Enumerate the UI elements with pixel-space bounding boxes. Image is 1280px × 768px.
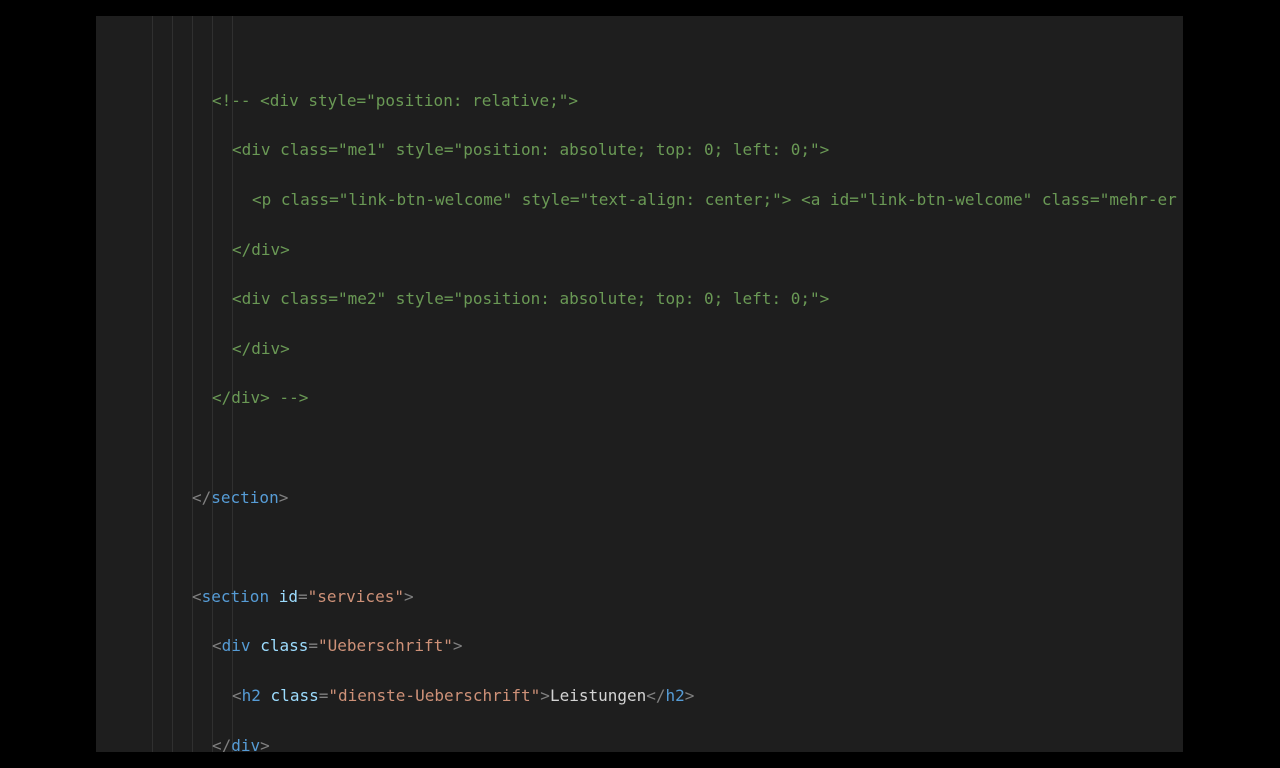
code-line: </section>: [152, 486, 1177, 511]
code-line: </div>: [152, 337, 1177, 362]
code-line: <!-- <div style="position: relative;">: [152, 89, 1177, 114]
code-line: <div class="me1" style="position: absolu…: [152, 138, 1177, 163]
code-content: <!-- <div style="position: relative;"> <…: [96, 16, 1177, 752]
code-editor[interactable]: <!-- <div style="position: relative;"> <…: [96, 16, 1183, 752]
code-line: <p class="link-btn-welcome" style="text-…: [152, 188, 1177, 213]
code-line: </div>: [152, 238, 1177, 263]
code-line: <div class="Ueberschrift">: [152, 634, 1177, 659]
code-line: <div class="me2" style="position: absolu…: [152, 287, 1177, 312]
code-line: [152, 436, 1177, 461]
code-line: <section id="services">: [152, 585, 1177, 610]
code-line: </div> -->: [152, 386, 1177, 411]
code-line: <h2 class="dienste-Ueberschrift">Leistun…: [152, 684, 1177, 709]
code-line: [152, 535, 1177, 560]
code-line: </div>: [152, 734, 1177, 752]
